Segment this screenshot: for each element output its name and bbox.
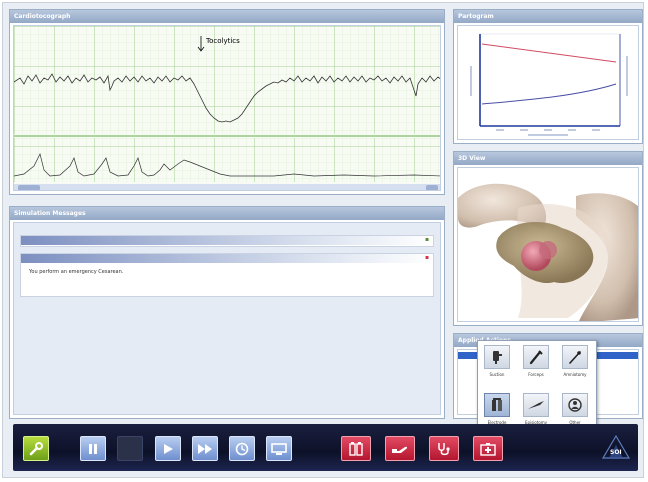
- ctg-chart-area: Tocolytics: [13, 25, 441, 191]
- scalpel-icon: [523, 393, 549, 417]
- fast-forward-icon: [197, 442, 213, 456]
- tool-label: Suction: [489, 372, 505, 377]
- clock-button[interactable]: [229, 436, 255, 461]
- expand-icon[interactable]: ▪: [425, 237, 430, 243]
- instrument-popup: Suction Forceps Amniotomy Electrode Epis…: [477, 340, 597, 436]
- monitor-icon: [271, 442, 287, 456]
- bottom-toolbar: SOI: [13, 424, 638, 471]
- suction-icon: [484, 345, 510, 369]
- 3d-view-title: 3D View: [454, 152, 642, 165]
- first-aid-button[interactable]: [473, 436, 503, 461]
- message-item-1[interactable]: ▪: [20, 235, 434, 247]
- partogram-chart-area: [457, 25, 639, 140]
- tool-label: Forceps: [528, 372, 544, 377]
- tocolytics-label: Tocolytics: [205, 37, 240, 45]
- soi-logo: SOI: [601, 432, 631, 462]
- close-icon[interactable]: ▪: [425, 255, 430, 261]
- message-header: ▪: [21, 254, 433, 263]
- partogram-title: Partogram: [454, 10, 642, 23]
- medication-button[interactable]: [341, 436, 371, 461]
- 3d-view-panel: 3D View: [453, 151, 643, 326]
- message-body-text: You perform an emergency Cesarean.: [29, 269, 124, 275]
- partogram-chart: [470, 33, 628, 136]
- pelvis-3d-model: [458, 183, 638, 321]
- stethoscope-icon: [436, 441, 452, 457]
- messages-list: ▪ ▪ You perform an emergency Cesarean.: [13, 222, 441, 415]
- forceps-icon: [523, 345, 549, 369]
- stop-button-disabled: [117, 436, 143, 461]
- play-icon: [161, 442, 175, 456]
- hand-icon: [391, 442, 409, 456]
- message-item-2[interactable]: ▪ You perform an emergency Cesarean.: [20, 253, 434, 297]
- play-button[interactable]: [155, 436, 181, 461]
- pause-icon: [86, 442, 100, 456]
- ctg-chart: Tocolytics: [14, 26, 440, 191]
- pause-button[interactable]: [80, 436, 106, 461]
- cardiotocograph-panel: Cardiotocograph Tocolytics: [9, 9, 445, 195]
- settings-button[interactable]: [23, 436, 49, 461]
- wrench-icon: [28, 441, 44, 457]
- amniotomy-icon: [562, 345, 588, 369]
- clock-icon: [235, 442, 249, 456]
- 3d-viewport[interactable]: [457, 167, 639, 322]
- electrode-icon: [484, 393, 510, 417]
- monitor-button[interactable]: [266, 436, 292, 461]
- tool-amniotomy[interactable]: Amniotomy: [560, 343, 590, 381]
- hand-button[interactable]: [385, 436, 415, 461]
- simulation-messages-title: Simulation Messages: [10, 207, 444, 220]
- message-header: ▪: [21, 236, 433, 245]
- partogram-panel: Partogram: [453, 9, 643, 144]
- fast-forward-button[interactable]: [192, 436, 218, 461]
- ctg-scrollbar-thumb[interactable]: [18, 185, 40, 191]
- simulation-messages-panel: Simulation Messages ▪ ▪ You perform an e…: [9, 206, 445, 419]
- app-window: Cardiotocograph Tocolytics Partogram 3D …: [2, 2, 644, 478]
- tool-label: Amniotomy: [563, 372, 587, 377]
- stethoscope-button[interactable]: [429, 436, 459, 461]
- soi-logo-text: SOI: [610, 449, 622, 456]
- first-aid-icon: [480, 442, 496, 456]
- other-icon: [562, 393, 588, 417]
- tool-suction[interactable]: Suction: [482, 343, 512, 381]
- medication-icon: [348, 441, 364, 457]
- cardiotocograph-title: Cardiotocograph: [10, 10, 444, 23]
- tool-forceps[interactable]: Forceps: [521, 343, 551, 381]
